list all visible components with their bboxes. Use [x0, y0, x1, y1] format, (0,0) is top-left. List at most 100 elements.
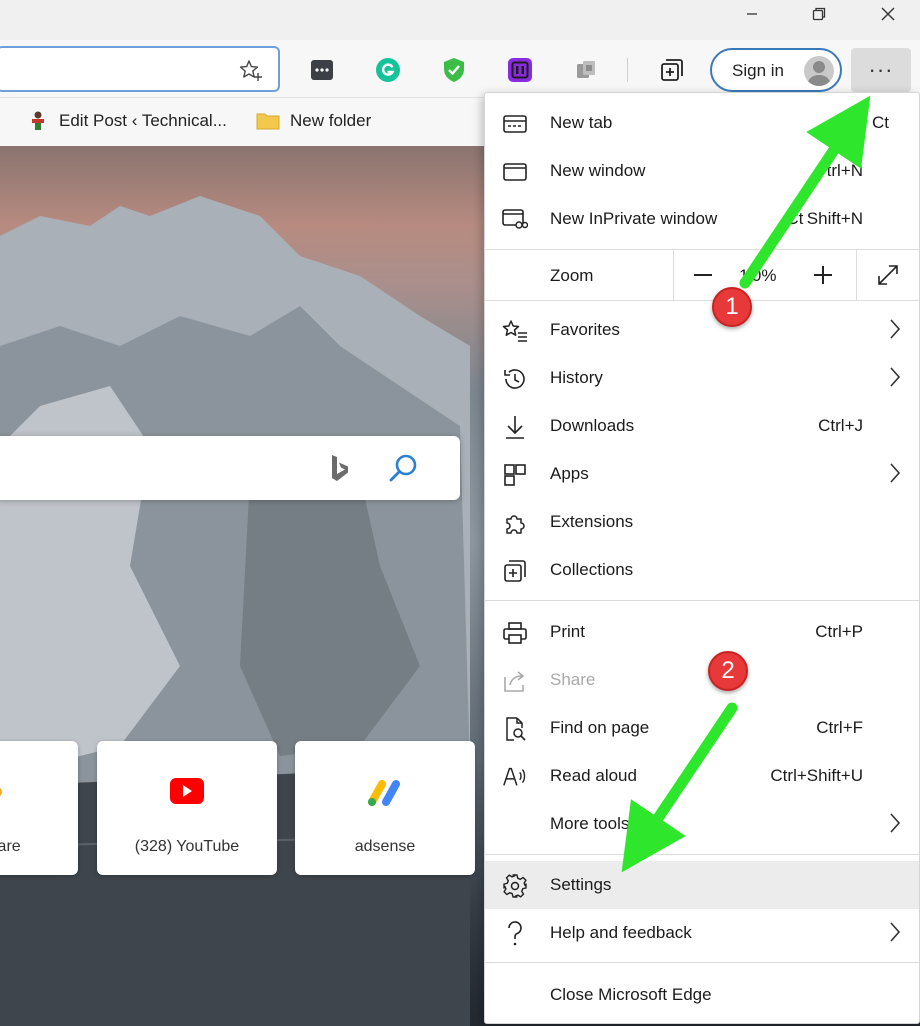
- screen-capture-extension[interactable]: [507, 57, 533, 83]
- menu-item-favorites[interactable]: Favorites: [485, 306, 919, 354]
- menu-item-label: History: [550, 368, 603, 387]
- collections-icon: [502, 558, 528, 584]
- collections-button[interactable]: [659, 57, 685, 83]
- menu-item-label: Collections: [550, 560, 634, 579]
- menu-item-label: New tab: [550, 113, 613, 132]
- zoom-row: Zoom 1 0%: [485, 250, 919, 300]
- menu-item-print[interactable]: Print Ctrl+P: [485, 608, 919, 656]
- bookmark-label: New folder: [290, 111, 372, 130]
- menu-item-apps[interactable]: Apps: [485, 450, 919, 498]
- menu-item-more-tools[interactable]: More tools: [485, 800, 919, 848]
- new-tab-icon: [502, 111, 528, 137]
- wordpress-favicon: [32, 111, 44, 130]
- menu-item-downloads[interactable]: Downloads Ctrl+J: [485, 402, 919, 450]
- gear-icon: [502, 873, 528, 899]
- password-manager-extension[interactable]: [309, 57, 335, 83]
- settings-and-more-button[interactable]: ···: [851, 48, 911, 92]
- menu-item-label: Extensions: [550, 512, 634, 531]
- close-window-button[interactable]: [865, 0, 911, 28]
- menu-item-new-tab[interactable]: New tab Ct: [485, 99, 919, 147]
- step-badge-2: 2: [708, 651, 748, 691]
- bing-icon[interactable]: [328, 453, 352, 483]
- add-favorite-button[interactable]: [238, 58, 264, 89]
- adsense-icon: [368, 780, 400, 806]
- menu-item-find-on-page[interactable]: Find on page Ctrl+F: [485, 704, 919, 752]
- bookmark-edit-post[interactable]: Edit Post ‹ Technical...: [27, 108, 227, 134]
- menu-item-label: Share: [550, 670, 596, 689]
- menu-separator: [485, 962, 919, 963]
- menu-item-read-aloud[interactable]: Read aloud Ctrl+Shift+U: [485, 752, 919, 800]
- shield-extension-icon: [444, 58, 464, 82]
- menu-item-label: Downloads: [550, 416, 635, 435]
- new-window-icon: [502, 159, 528, 185]
- menu-item-label: Print: [550, 622, 585, 641]
- password-manager-icon: [311, 60, 333, 80]
- grammarly-icon: [376, 58, 400, 82]
- chevron-right-icon: [889, 921, 901, 948]
- chevron-right-icon: [889, 462, 901, 489]
- menu-separator: [485, 300, 919, 301]
- menu-item-share: Share: [485, 656, 919, 704]
- zoom-out-button[interactable]: [683, 258, 723, 292]
- menu-item-label: New window: [550, 161, 646, 180]
- menu-separator: [485, 600, 919, 601]
- menu-item-label: Close Microsoft Edge: [550, 985, 712, 1004]
- full-screen-button[interactable]: [868, 258, 908, 292]
- menu-item-close-microsoft-edge[interactable]: Close Microsoft Edge: [485, 971, 919, 1019]
- minimize-icon: [747, 13, 757, 15]
- bookmark-new-folder[interactable]: New folder: [256, 108, 371, 134]
- menu-separator: [485, 854, 919, 855]
- read-aloud-icon: [502, 764, 528, 790]
- menu-item-label: Settings: [550, 875, 612, 894]
- menu-item-help-and-feedback[interactable]: Help and feedback: [485, 909, 919, 957]
- bookmark-label: Edit Post ‹ Technical...: [59, 111, 227, 130]
- download-icon: [502, 414, 528, 440]
- folder-icon: [256, 113, 280, 130]
- extension-puzzle-icon: [577, 61, 595, 78]
- settings-and-more-menu: New tab Ct New window trl+N New InPrivat…: [484, 92, 920, 1024]
- menu-item-collections[interactable]: Collections: [485, 546, 919, 594]
- grammarly-extension[interactable]: [375, 57, 401, 83]
- extension-button[interactable]: [573, 57, 599, 83]
- menu-item-shortcut: trl+N: [826, 161, 863, 180]
- sign-in-label: Sign in: [732, 61, 784, 80]
- minus-icon: [694, 274, 712, 276]
- full-screen-icon: [878, 265, 898, 285]
- menu-item-shortcut: Ctrl+P: [815, 622, 863, 641]
- quick-link-youtube[interactable]: (328) YouTube: [97, 741, 277, 875]
- menu-item-settings[interactable]: Settings: [485, 861, 919, 909]
- menu-item-extensions[interactable]: Extensions: [485, 498, 919, 546]
- profile-avatar-icon: [807, 61, 831, 86]
- apps-icon: [502, 462, 528, 488]
- menu-item-shortcut: Ctrl+F: [816, 718, 863, 737]
- browser-toolbar: Sign in ···: [0, 40, 920, 98]
- sign-in-button[interactable]: Sign in: [710, 48, 842, 92]
- quick-link-adsense[interactable]: adsense: [295, 741, 475, 875]
- menu-item-new-window[interactable]: New window trl+N: [485, 147, 919, 195]
- restore-button[interactable]: [796, 0, 842, 28]
- menu-item-label: Favorites: [550, 320, 620, 339]
- web-search-box[interactable]: [0, 436, 460, 500]
- star-plus-icon: [239, 60, 262, 81]
- menu-item-label: New InPrivate window: [550, 209, 718, 228]
- shield-extension[interactable]: [441, 57, 467, 83]
- menu-item-label: Find on page: [550, 718, 650, 737]
- address-bar[interactable]: [0, 46, 280, 92]
- find-on-page-icon: [502, 716, 528, 742]
- quick-link-label: adsense: [354, 838, 416, 855]
- close-icon: [881, 7, 895, 21]
- zoom-in-button[interactable]: [803, 258, 843, 292]
- restore-icon: [812, 7, 826, 21]
- toolbar-separator: [627, 58, 628, 82]
- menu-item-new-inprivate-window[interactable]: New InPrivate window Ct Shift+N: [485, 195, 919, 243]
- menu-item-shortcut: Ct: [872, 113, 889, 132]
- youtube-icon: [170, 778, 204, 804]
- quick-link-cloudflare[interactable]: lare: [0, 741, 78, 875]
- screen-capture-icon: [508, 58, 532, 82]
- minimize-button[interactable]: [729, 0, 775, 28]
- search-icon[interactable]: [387, 451, 421, 485]
- print-icon: [502, 620, 528, 646]
- menu-item-history[interactable]: History: [485, 354, 919, 402]
- menu-item-label: Help and feedback: [550, 923, 692, 942]
- chevron-right-icon: [889, 812, 901, 839]
